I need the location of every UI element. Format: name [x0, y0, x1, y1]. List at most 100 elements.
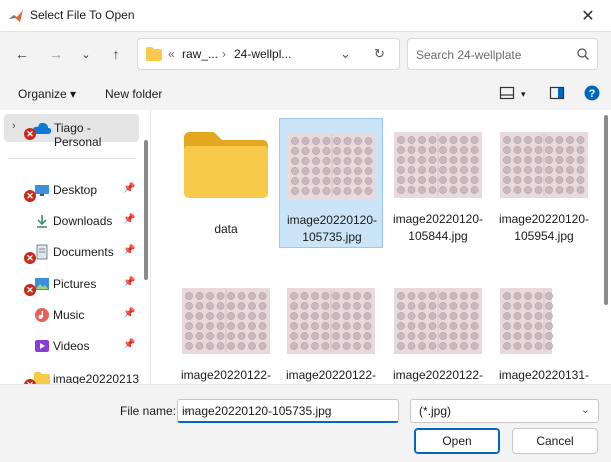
sidebar-item-label: Pictures — [53, 277, 97, 291]
breadcrumb-separator-icon: › — [222, 47, 226, 61]
sidebar-item-label: Music — [53, 308, 85, 322]
file-item-folder[interactable]: data — [174, 118, 278, 248]
sidebar-item-desktop[interactable]: ✕ Desktop 📌 — [0, 176, 140, 204]
navigation-pane[interactable]: › ✕ Tiago - Personal ✕ Desktop 📌 Downloa… — [0, 110, 151, 384]
pin-icon[interactable]: 📌 — [123, 245, 135, 257]
file-item-image[interactable]: image20220122-100125.jpg — [279, 274, 383, 384]
svg-text:?: ? — [589, 88, 596, 100]
image-thumbnail — [287, 288, 375, 354]
error-badge-icon: ✕ — [24, 190, 36, 202]
error-badge-icon: ✕ — [24, 128, 36, 140]
expand-chevron-icon[interactable]: › — [12, 120, 16, 132]
sidebar-item-documents[interactable]: ✕ Documents 📌 — [0, 238, 140, 266]
file-item-image[interactable]: image20220131-102737.jpg — [492, 274, 596, 384]
address-bar[interactable]: « raw_... › 24-wellpl... ⌄ ↻ — [137, 38, 400, 70]
folder-icon — [34, 372, 50, 384]
error-badge-icon: ✕ — [24, 252, 36, 264]
desktop-icon — [35, 185, 49, 196]
cancel-button[interactable]: Cancel — [512, 428, 598, 454]
file-name-line1: image20220122- — [180, 368, 272, 382]
search-input[interactable]: Search 24-wellplate — [416, 48, 521, 62]
folder-icon — [146, 47, 162, 61]
view-dropdown-icon[interactable]: ▾ — [521, 89, 526, 100]
file-name-line2: 105735.jpg — [302, 230, 362, 244]
file-name-line2: 105844.jpg — [408, 229, 468, 243]
file-list-scrollbar[interactable] — [604, 115, 608, 305]
pin-icon[interactable]: 📌 — [123, 339, 135, 351]
sidebar-item-label: Downloads — [53, 214, 113, 228]
image-thumbnail — [394, 132, 482, 198]
image-thumbnail — [394, 288, 482, 354]
sidebar-scrollbar[interactable] — [144, 140, 148, 280]
back-arrow-icon[interactable]: ← — [12, 44, 32, 64]
file-name-line2: 105954.jpg — [514, 229, 574, 243]
file-name-line1: image20220131- — [498, 368, 590, 382]
new-folder-button[interactable]: New folder — [105, 87, 162, 101]
file-item-image[interactable]: image20220122-100102.jpg — [174, 274, 278, 384]
videos-icon — [35, 340, 49, 352]
file-name-line1: image20220122- — [285, 368, 377, 382]
file-type-filter[interactable]: (*.jpg) ⌄ — [410, 399, 599, 423]
file-name-line1: image20220120- — [498, 212, 590, 226]
sidebar-item-image20220213[interactable]: ✕ image20220213 — [0, 365, 140, 384]
sidebar-item-pictures[interactable]: ✕ Pictures 📌 — [0, 270, 140, 298]
preview-pane-icon[interactable] — [549, 85, 565, 101]
open-button[interactable]: Open — [414, 428, 500, 454]
file-list[interactable]: data image20220120- 105735.jpg image202201… — [152, 110, 611, 384]
file-name: data — [214, 222, 238, 236]
title-bar: Select File To Open ✕ — [0, 0, 611, 32]
file-name-line1: image20220120- — [392, 212, 484, 226]
music-icon — [35, 308, 49, 322]
chevron-down-icon[interactable]: ⌄ — [182, 403, 390, 416]
address-dropdown-icon[interactable]: ⌄ — [340, 46, 351, 62]
download-icon — [37, 215, 47, 228]
pin-icon[interactable]: 📌 — [123, 308, 135, 320]
search-box[interactable]: Search 24-wellplate — [407, 38, 598, 70]
pin-icon[interactable]: 📌 — [123, 214, 135, 226]
image-thumbnail — [500, 288, 588, 354]
file-name-line1: image20220120- — [286, 213, 378, 227]
sidebar-item-downloads[interactable]: Downloads 📌 — [0, 207, 140, 235]
image-thumbnail — [182, 288, 270, 354]
sidebar-item-music[interactable]: Music 📌 — [0, 301, 140, 329]
file-name-line1: image20220122- — [392, 368, 484, 382]
filename-field[interactable]: image20220120-105735.jpg ⌄ — [177, 399, 399, 423]
window-title: Select File To Open — [30, 8, 135, 22]
filename-label: File name: — [120, 404, 177, 418]
error-badge-icon: ✕ — [24, 284, 36, 296]
help-icon[interactable]: ? — [584, 85, 600, 101]
image-thumbnail — [288, 133, 376, 199]
breadcrumb-item[interactable]: 24-wellpl... — [234, 47, 291, 61]
sidebar-divider — [8, 158, 136, 159]
sidebar-item-label: Documents — [53, 245, 114, 259]
search-icon — [577, 48, 589, 60]
recent-locations-chevron-icon[interactable]: ⌄ — [76, 44, 96, 64]
folder-icon — [184, 132, 268, 198]
sidebar-item-videos[interactable]: Videos 📌 — [0, 332, 140, 360]
file-item-image[interactable]: image20220120- 105954.jpg — [492, 118, 596, 248]
close-icon[interactable]: ✕ — [565, 0, 611, 32]
refresh-icon[interactable]: ↻ — [374, 46, 385, 62]
sidebar-item-label: Desktop — [53, 183, 98, 197]
sidebar-item-onedrive[interactable]: › ✕ Tiago - Personal — [4, 114, 139, 149]
organize-button[interactable]: Organize ▾ — [18, 87, 76, 101]
file-type-value[interactable]: (*.jpg) — [419, 404, 451, 418]
image-thumbnail — [500, 132, 588, 198]
file-item-image[interactable]: image20220120- 105735.jpg — [279, 118, 383, 248]
sidebar-item-label: Tiago - Personal — [54, 121, 102, 149]
matlab-icon — [9, 10, 23, 22]
breadcrumb-overflow[interactable]: « — [168, 47, 175, 61]
pin-icon[interactable]: 📌 — [123, 183, 135, 195]
sidebar-item-label: Videos — [53, 339, 90, 353]
forward-arrow-icon[interactable]: → — [46, 44, 66, 64]
view-options-icon[interactable] — [499, 85, 515, 101]
documents-icon — [36, 244, 48, 260]
chevron-down-icon[interactable]: ⌄ — [581, 403, 590, 416]
command-bar: Organize ▾ New folder ▾ ? — [0, 76, 611, 110]
file-item-image[interactable]: image20220122-100234.jpg — [386, 274, 490, 384]
breadcrumb-item[interactable]: raw_... — [182, 47, 218, 61]
up-arrow-icon[interactable]: ↑ — [106, 44, 126, 64]
pin-icon[interactable]: 📌 — [123, 277, 135, 289]
sidebar-item-label: image20220213 — [53, 372, 140, 384]
file-item-image[interactable]: image20220120- 105844.jpg — [386, 118, 490, 248]
